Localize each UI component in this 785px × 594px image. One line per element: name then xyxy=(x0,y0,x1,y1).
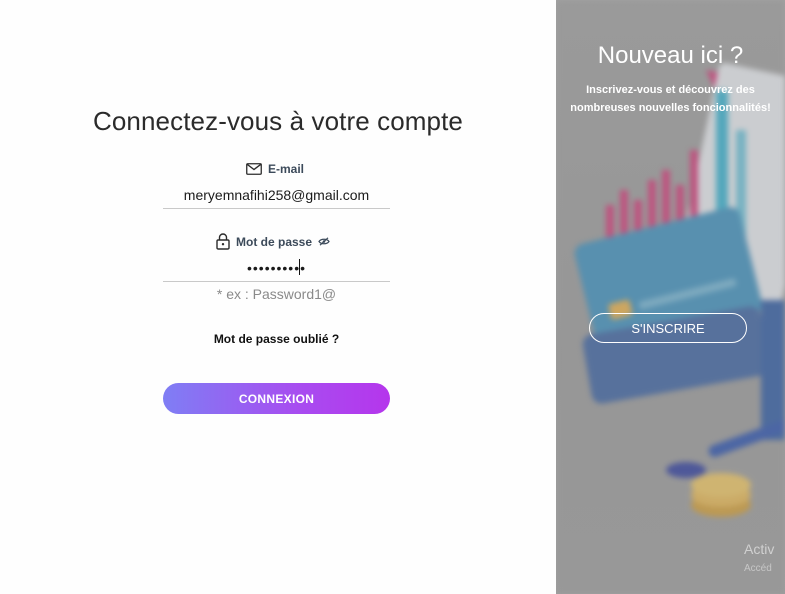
text-caret xyxy=(299,259,300,275)
activation-watermark-line2: Accéd xyxy=(744,563,772,574)
envelope-icon xyxy=(246,163,262,175)
password-label-text: Mot de passe xyxy=(236,234,313,249)
eye-slash-icon[interactable] xyxy=(318,237,330,246)
password-hint: * ex : Password1@ xyxy=(216,286,337,302)
email-label: E-mail xyxy=(246,162,304,176)
signup-subtitle: Inscrivez-vous et découvrez des nombreus… xyxy=(570,84,771,114)
password-label: Mot de passe xyxy=(216,233,330,250)
activation-watermark-line1: Activ xyxy=(744,541,775,557)
email-field[interactable] xyxy=(163,182,390,209)
password-field[interactable] xyxy=(163,255,390,282)
forgot-password-link[interactable]: Mot de passe oublié ? xyxy=(163,332,390,346)
email-label-text: E-mail xyxy=(268,162,305,176)
login-panel: Connectez-vous à votre compte E-mail Mot… xyxy=(0,0,556,594)
signup-panel: Nouveau ici ? Inscrivez-vous et découvre… xyxy=(556,0,785,594)
page-title: Connectez-vous à votre compte xyxy=(93,106,463,136)
signup-title: Nouveau ici ? xyxy=(597,42,744,69)
signup-button[interactable]: S'INSCRIRE xyxy=(589,313,747,343)
lock-icon xyxy=(216,233,230,250)
login-button[interactable]: CONNEXION xyxy=(163,383,390,414)
